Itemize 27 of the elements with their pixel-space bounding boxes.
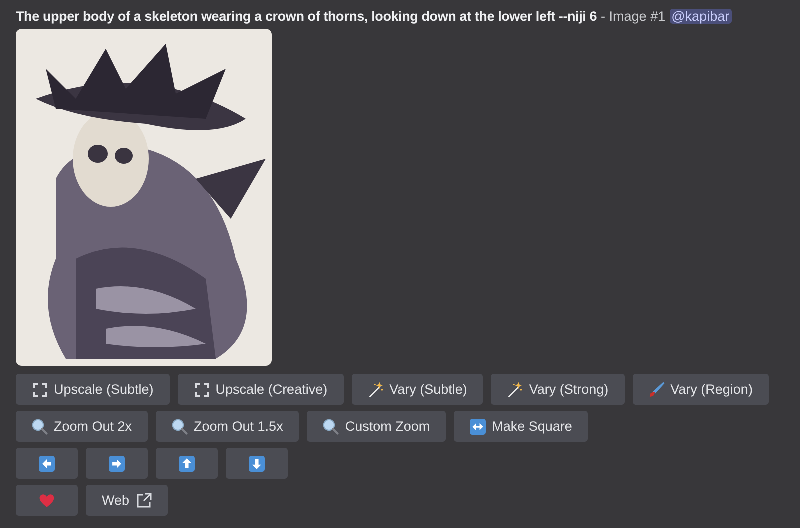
expand-icon (194, 382, 210, 398)
icon-button[interactable] (156, 448, 218, 479)
action-button[interactable]: Vary (Region) (632, 374, 769, 405)
action-button[interactable]: Vary (Subtle) (352, 374, 484, 405)
magnifier-icon (323, 418, 340, 434)
paintbrush-icon (648, 382, 665, 398)
image-number: - Image #1 (601, 8, 666, 24)
action-button[interactable]: Web (86, 485, 168, 516)
icon-button[interactable] (86, 448, 148, 479)
action-button[interactable]: Vary (Strong) (491, 374, 625, 405)
magic-wand-icon (368, 382, 384, 398)
heart-icon (39, 492, 55, 508)
action-button[interactable]: Upscale (Subtle) (16, 374, 170, 405)
expand-icon (32, 382, 48, 398)
action-button[interactable]: Custom Zoom (307, 411, 446, 442)
magnifier-icon (32, 418, 48, 434)
action-button[interactable]: Zoom Out 1.5x (156, 411, 300, 442)
external-link-icon (136, 492, 152, 508)
action-button[interactable]: Zoom Out 2x (16, 411, 148, 442)
action-button[interactable]: Make Square (454, 411, 588, 442)
user-mention[interactable]: @kapibar (670, 8, 732, 24)
icon-button[interactable] (226, 448, 288, 479)
icon-button[interactable] (16, 448, 78, 479)
magnifier-icon (172, 418, 188, 434)
magic-wand-icon (507, 382, 524, 398)
prompt-text: The upper body of a skeleton wearing a crown of thorns, looking down at the lower left --niji 6 (16, 8, 598, 24)
action-button[interactable]: Upscale (Creative) (178, 374, 344, 405)
